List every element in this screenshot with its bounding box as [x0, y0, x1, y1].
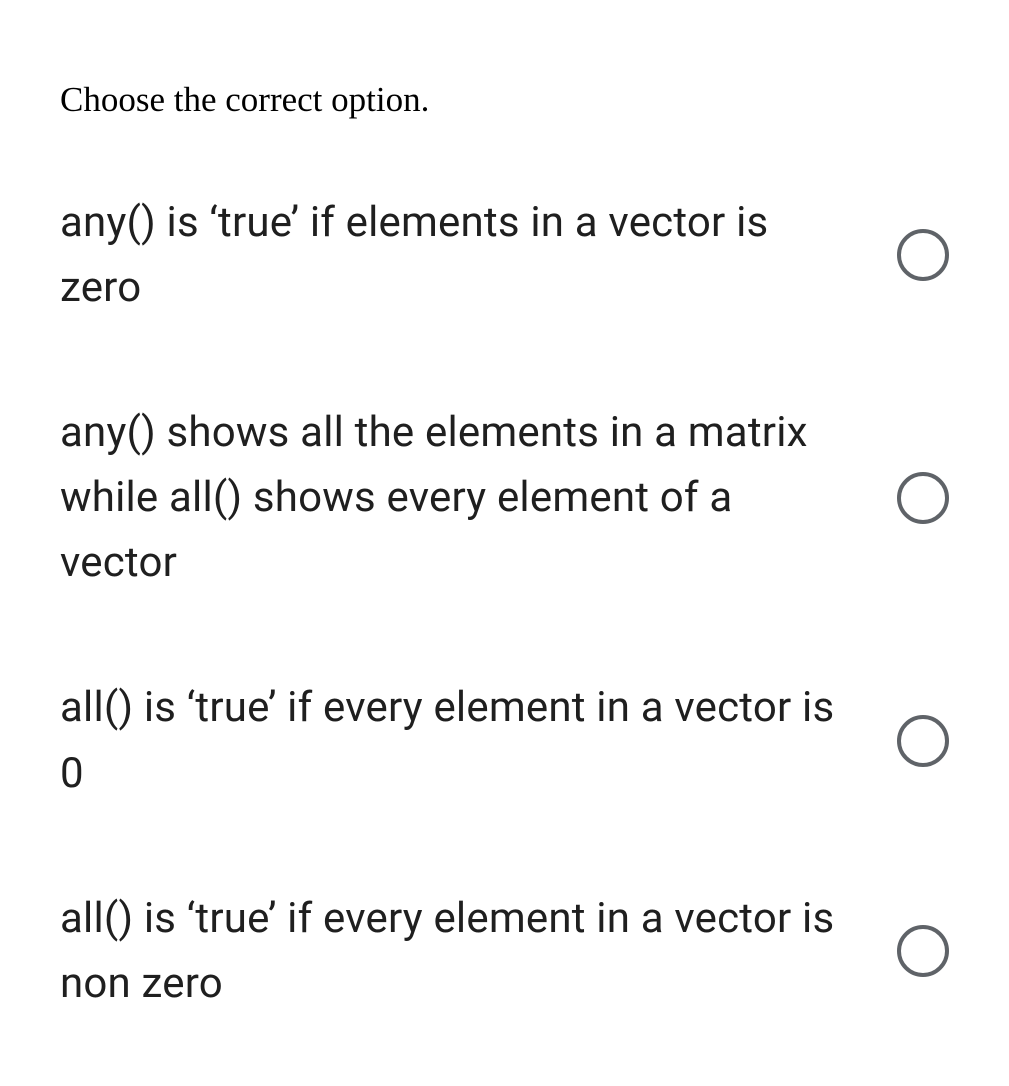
- option-label: any() is ‘true’ if elements in a vector …: [60, 190, 857, 320]
- radio-icon[interactable]: [897, 925, 949, 977]
- radio-icon[interactable]: [897, 229, 949, 281]
- option-label: any() shows all the elements in a matrix…: [60, 400, 857, 595]
- question-prompt: Choose the correct option.: [60, 80, 949, 120]
- radio-icon[interactable]: [897, 472, 949, 524]
- radio-icon[interactable]: [897, 715, 949, 767]
- option-row-4[interactable]: all() is ‘true’ if every element in a ve…: [60, 886, 949, 1016]
- option-row-3[interactable]: all() is ‘true’ if every element in a ve…: [60, 675, 949, 805]
- option-label: all() is ‘true’ if every element in a ve…: [60, 675, 857, 805]
- option-label: all() is ‘true’ if every element in a ve…: [60, 886, 857, 1016]
- question-card: Choose the correct option. any() is ‘tru…: [0, 0, 1009, 1086]
- option-row-1[interactable]: any() is ‘true’ if elements in a vector …: [60, 190, 949, 320]
- option-row-2[interactable]: any() shows all the elements in a matrix…: [60, 400, 949, 595]
